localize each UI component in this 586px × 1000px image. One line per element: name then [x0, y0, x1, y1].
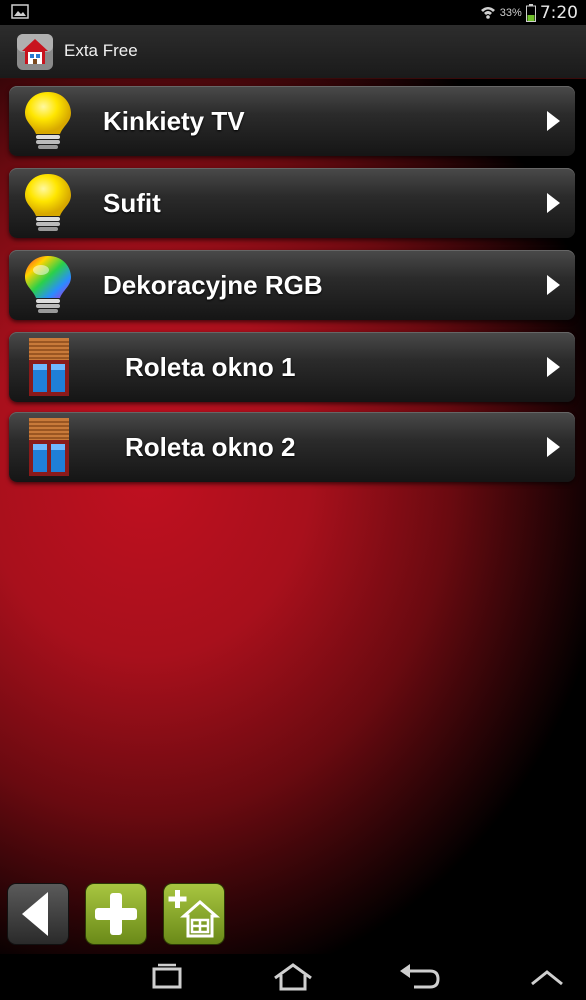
item-label: Kinkiety TV — [103, 106, 245, 136]
item-label: Dekoracyjne RGB — [103, 270, 323, 300]
image-notification-icon — [11, 4, 29, 19]
bulb-yellow-icon — [25, 92, 71, 149]
add-button[interactable] — [86, 884, 146, 944]
list-item[interactable]: Dekoracyjne RGB — [9, 250, 575, 320]
item-label: Sufit — [103, 188, 161, 218]
up-arrow-icon[interactable] — [522, 962, 572, 992]
chevron-right-icon — [547, 111, 560, 131]
battery-icon — [525, 4, 536, 22]
chevron-right-icon — [547, 357, 560, 377]
navigation-bar — [0, 954, 586, 1000]
status-bar: 33% 7:20 — [0, 0, 586, 25]
list-item[interactable]: Roleta okno 1 — [9, 332, 575, 402]
bulb-rgb-icon — [25, 256, 71, 313]
item-label: Roleta okno 2 — [125, 432, 296, 462]
wifi-icon — [480, 7, 495, 19]
back-icon — [22, 892, 48, 936]
recent-apps-icon[interactable] — [142, 962, 192, 992]
roller-blind-icon — [29, 338, 69, 396]
bulb-yellow-icon — [25, 174, 71, 231]
chevron-right-icon — [547, 275, 560, 295]
app-title: Exta Free — [64, 41, 138, 60]
add-room-icon — [168, 890, 220, 938]
roller-blind-icon — [29, 418, 69, 476]
list-item[interactable]: Roleta okno 2 — [9, 412, 575, 482]
battery-percent: 33% — [499, 7, 522, 19]
chevron-right-icon — [547, 193, 560, 213]
list-item[interactable]: Kinkiety TV — [9, 86, 575, 156]
action-bar: Exta Free — [0, 25, 586, 79]
home-icon[interactable] — [268, 962, 318, 992]
item-label: Roleta okno 1 — [125, 352, 296, 382]
app-home-icon[interactable] — [16, 33, 54, 71]
clock: 7:20 — [539, 3, 578, 23]
list-item[interactable]: Sufit — [9, 168, 575, 238]
add-icon — [95, 893, 137, 935]
back-button[interactable] — [8, 884, 68, 944]
add-room-button[interactable] — [164, 884, 224, 944]
chevron-right-icon — [547, 437, 560, 457]
back-icon[interactable] — [394, 962, 444, 992]
main-area: Kinkiety TV Sufit Dekoracyjne RGB Roleta… — [0, 79, 586, 954]
